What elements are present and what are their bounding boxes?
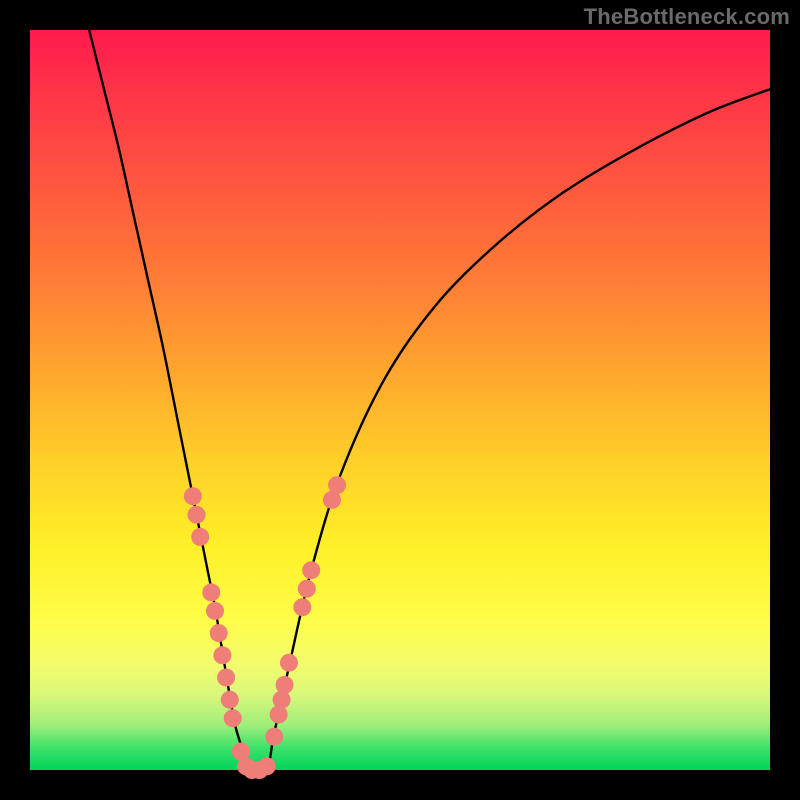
- curve-marker: [273, 691, 291, 709]
- curve-marker: [328, 476, 346, 494]
- curve-marker: [265, 728, 283, 746]
- curve-marker: [280, 654, 298, 672]
- chart-frame: TheBottleneck.com: [0, 0, 800, 800]
- plot-area: [30, 30, 770, 770]
- curve-marker: [210, 624, 228, 642]
- curve-marker: [298, 580, 316, 598]
- bottleneck-curve: [89, 30, 770, 775]
- curve-marker: [224, 709, 242, 727]
- watermark-text: TheBottleneck.com: [584, 4, 790, 30]
- curve-marker: [217, 669, 235, 687]
- curve-marker: [202, 583, 220, 601]
- curve-marker: [206, 602, 224, 620]
- curve-marker: [276, 676, 294, 694]
- curve-marker: [184, 487, 202, 505]
- curve-marker: [270, 706, 288, 724]
- curve-marker: [188, 506, 206, 524]
- chart-svg: [30, 30, 770, 770]
- curve-marker: [258, 757, 276, 775]
- curve-marker: [293, 598, 311, 616]
- curve-marker: [191, 528, 209, 546]
- curve-marker: [213, 646, 231, 664]
- curve-markers: [184, 476, 346, 779]
- curve-marker: [302, 561, 320, 579]
- curve-marker: [221, 691, 239, 709]
